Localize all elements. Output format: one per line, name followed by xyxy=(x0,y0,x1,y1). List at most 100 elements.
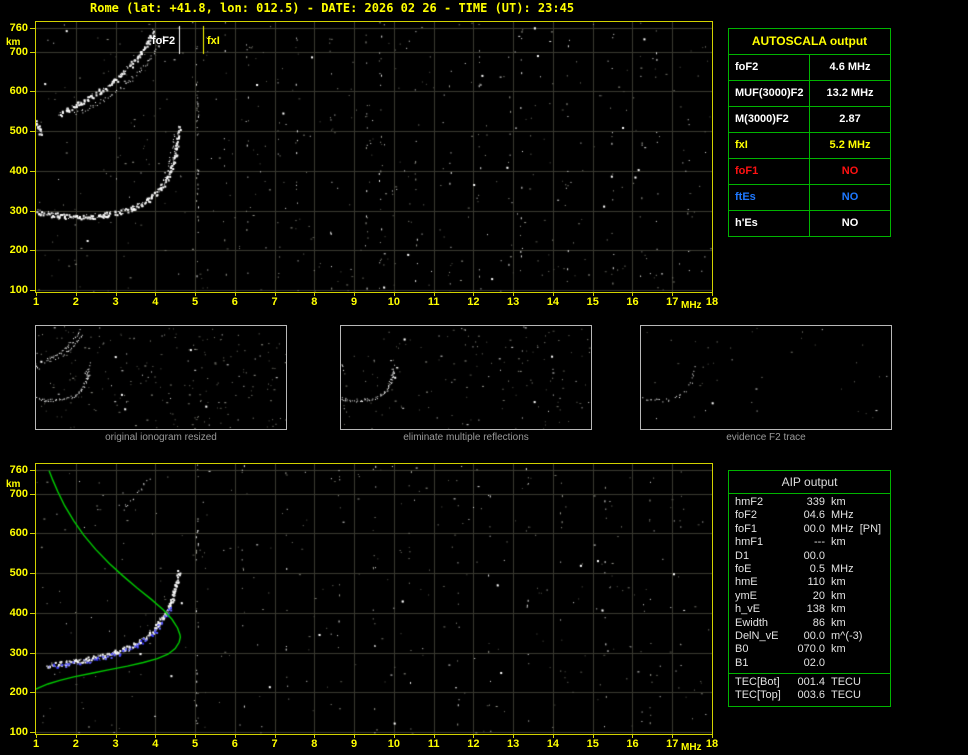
aip-param-name: TEC[Top] xyxy=(735,689,781,702)
autoscala-table-header: AUTOSCALA output xyxy=(729,29,890,55)
autoscala-row: ftEs NO xyxy=(729,185,890,211)
x-tick-mark xyxy=(672,293,674,296)
aip-param-name: hmF1 xyxy=(735,536,764,549)
x-tick-mark xyxy=(234,735,236,738)
autoscala-param-value: 4.6 MHz xyxy=(829,61,871,73)
aip-table-body: hmF2 339 km foF2 04.6 MHz foF1 00.0 MHz [PN] hmF1… xyxy=(729,496,890,670)
x-tick-mark xyxy=(672,735,674,738)
autoscala-param-value: NO xyxy=(841,191,859,203)
autoscala-param-label: M(3000)F2 xyxy=(729,107,810,132)
aip-param-name: hmE xyxy=(735,576,758,589)
aip-param-value: 070.0 xyxy=(797,643,825,656)
x-tick-mark xyxy=(433,735,435,738)
y-tick-label: 600 xyxy=(9,85,28,98)
autoscala-param-value: 2.87 xyxy=(839,113,861,125)
x-tick-label: 5 xyxy=(191,738,199,750)
x-tick-mark xyxy=(473,735,475,738)
x-tick-mark xyxy=(354,293,356,296)
y-tick-label: 200 xyxy=(9,686,28,699)
autoscala-param-label: h'Es xyxy=(729,211,810,236)
x-tick-label: 18 xyxy=(705,738,719,750)
aip-param-value: 20 xyxy=(812,589,825,602)
y-tick-label: 400 xyxy=(9,164,28,177)
autoscala-param-value: NO xyxy=(841,217,859,229)
x-tick-mark xyxy=(36,293,37,296)
x-tick-mark xyxy=(195,293,197,296)
aip-param-unit: MHz [PN] xyxy=(831,522,882,535)
y-tick-mark xyxy=(30,290,35,291)
x-tick-label: 9 xyxy=(351,738,358,750)
x-tick-mark xyxy=(393,735,395,738)
x-tick-label: 8 xyxy=(311,738,318,750)
x-tick-label: 8 xyxy=(311,296,318,308)
y-tick-mark xyxy=(30,612,35,614)
y-tick-label: 500 xyxy=(9,125,28,138)
x-tick-label: 3 xyxy=(112,296,119,308)
aip-param-unit: m^(-3) xyxy=(831,629,863,642)
aip-param-value: 001.4 xyxy=(797,676,825,689)
autoscala-param-label: foF1 xyxy=(729,159,810,184)
aip-row: hmE 110 km xyxy=(729,576,890,589)
x-tick-mark xyxy=(36,735,37,738)
panel-eliminate-caption: eliminate multiple reflections xyxy=(403,432,529,443)
autoscala-row: MUF(3000)F2 13.2 MHz xyxy=(729,81,890,107)
x-tick-mark xyxy=(513,735,515,738)
autoscala-row: foF2 4.6 MHz xyxy=(729,55,890,81)
aip-row: B1 02.0 xyxy=(729,657,890,670)
aip-table: AIP output hmF2 339 km foF2 04.6 MHz foF1 00.0 M… xyxy=(728,470,891,707)
x-tick-mark xyxy=(552,293,554,296)
x-tick-label: 15 xyxy=(586,738,599,750)
autoscala-table-body: foF2 4.6 MHz MUF(3000)F2 13.2 MHz M(3000)F2 2… xyxy=(729,55,890,236)
aip-row: hmF2 339 km xyxy=(729,496,890,509)
x-tick-label: 13 xyxy=(507,738,520,750)
x-tick-label: 10 xyxy=(387,738,400,750)
y-tick-label: 100 xyxy=(9,726,28,738)
aip-param-value: 04.6 xyxy=(803,509,825,522)
x-tick-mark xyxy=(712,735,713,738)
x-tick-label: 10 xyxy=(387,296,400,308)
page-title: Rome (lat: +41.8, lon: 012.5) - DATE: 20… xyxy=(90,1,575,15)
aip-param-value: 86 xyxy=(812,616,825,629)
aip-row: hmF1 --- km xyxy=(729,536,890,549)
bottom-ionogram-canvas xyxy=(36,464,712,734)
x-tick-mark xyxy=(592,293,594,296)
x-tick-label: 16 xyxy=(626,738,639,750)
aip-param-value: 110 xyxy=(807,576,825,589)
aip-row: TEC[Top] 003.6 TECU xyxy=(729,689,890,702)
x-tick-mark xyxy=(314,293,316,296)
x-tick-mark xyxy=(115,293,117,296)
autoscala-table: AUTOSCALA output foF2 4.6 MHz MUF(3000)F2 1… xyxy=(728,28,891,237)
x-tick-mark xyxy=(155,735,157,738)
aip-param-unit: km xyxy=(831,589,846,602)
panel-evidence-canvas xyxy=(641,326,891,429)
x-tick-label: 6 xyxy=(231,738,238,750)
aip-row: Ewidth 86 km xyxy=(729,617,890,630)
aip-param-unit: km xyxy=(831,496,846,508)
y-tick-label: 760 xyxy=(9,463,28,476)
y-tick-label: 700 xyxy=(9,487,28,500)
x-tick-mark xyxy=(115,735,117,738)
y-tick-mark xyxy=(30,27,35,29)
x-tick-label: 1 xyxy=(32,296,40,308)
x-tick-mark xyxy=(274,293,276,296)
aip-param-value: 339 xyxy=(806,496,825,508)
autoscala-param-value: NO xyxy=(841,165,859,177)
y-tick-mark xyxy=(30,573,35,575)
y-tick-label: 500 xyxy=(9,567,28,580)
aip-tec-body: TEC[Bot] 001.4 TECU TEC[Top] 003.6 TECU xyxy=(729,676,890,703)
aip-row: ymE 20 km xyxy=(729,590,890,603)
y-tick-label: 300 xyxy=(9,646,28,659)
aip-param-value: 0.5 xyxy=(809,562,825,575)
aip-param-name: foE xyxy=(735,562,752,575)
panel-original-canvas xyxy=(36,326,286,429)
aip-param-name: B1 xyxy=(735,656,749,669)
panel-evidence-caption: evidence F2 trace xyxy=(726,432,806,443)
x-tick-mark xyxy=(473,293,475,296)
x-tick-mark xyxy=(314,735,316,738)
panel-eliminate-canvas xyxy=(341,326,591,429)
aip-param-name: ymE xyxy=(735,589,757,602)
x-tick-label: 17 xyxy=(666,738,679,750)
x-tick-mark xyxy=(274,735,276,738)
x-tick-label: 17 xyxy=(666,296,679,308)
top-ionogram-canvas xyxy=(36,22,712,292)
